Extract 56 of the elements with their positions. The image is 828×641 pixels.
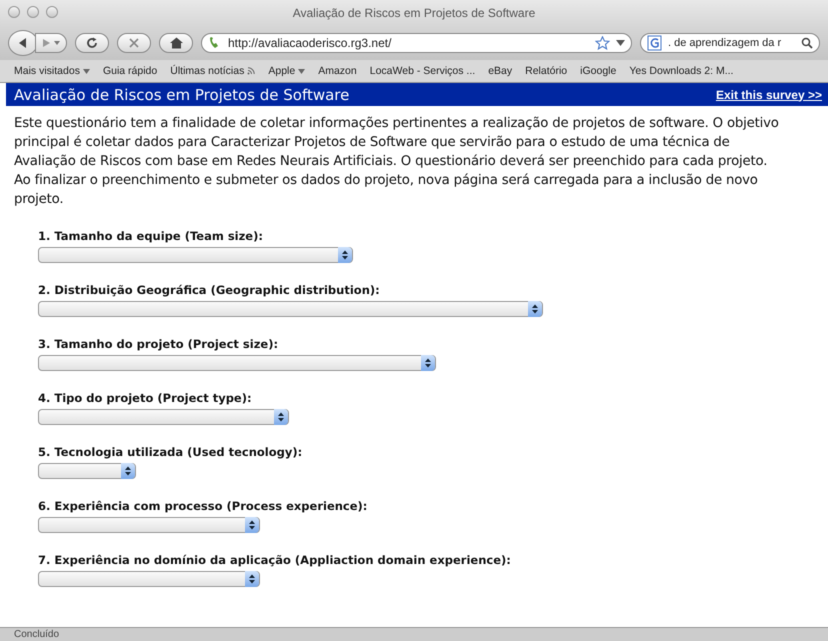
zoom-window-button[interactable] bbox=[46, 6, 58, 18]
home-button[interactable] bbox=[159, 33, 193, 53]
star-icon[interactable] bbox=[595, 36, 610, 50]
minimize-window-button[interactable] bbox=[27, 6, 39, 18]
bookmark-item[interactable]: Apple bbox=[268, 65, 306, 77]
stop-button[interactable] bbox=[117, 33, 151, 53]
feed-icon bbox=[247, 67, 256, 75]
bookmark-item[interactable]: eBay bbox=[488, 65, 512, 77]
dropdown-select[interactable] bbox=[38, 517, 260, 533]
question-label: 2. Distribuição Geográfica (Geographic distribution): bbox=[38, 283, 381, 297]
up-down-arrows-icon bbox=[425, 358, 431, 368]
bookmark-item[interactable]: Amazon bbox=[318, 65, 357, 77]
dropdown-select[interactable] bbox=[38, 571, 260, 587]
home-icon bbox=[170, 37, 182, 49]
search-field[interactable]: . de aprendizagem da r bbox=[640, 33, 820, 53]
bookmark-item[interactable]: Mais visitados bbox=[14, 65, 90, 77]
dropdown-arrow-icon bbox=[298, 68, 306, 74]
close-window-button[interactable] bbox=[8, 6, 20, 18]
question-label: 4. Tipo do projeto (Project type): bbox=[38, 391, 253, 405]
stop-icon bbox=[129, 38, 139, 48]
dropdown-select[interactable] bbox=[38, 301, 543, 317]
bookmark-item[interactable]: Relatório bbox=[525, 65, 568, 77]
question-label: 5. Tecnologia utilizada (Used tecnology): bbox=[38, 445, 304, 459]
up-down-arrows-icon bbox=[278, 412, 284, 422]
bookmark-item[interactable]: iGoogle bbox=[580, 65, 616, 77]
reload-button[interactable] bbox=[75, 33, 109, 53]
question-label: 1. Tamanho da equipe (Team size): bbox=[38, 229, 264, 243]
up-down-arrows-icon bbox=[249, 520, 255, 530]
dropdown-select[interactable] bbox=[38, 409, 289, 425]
up-down-arrows-icon bbox=[249, 574, 255, 584]
dropdown-select[interactable] bbox=[38, 355, 436, 371]
bookmark-item[interactable]: Yes Downloads 2: M... bbox=[629, 65, 734, 77]
status-text: Concluído bbox=[14, 629, 60, 640]
reload-icon bbox=[86, 37, 98, 49]
question-label: 3. Tamanho do projeto (Project size): bbox=[38, 337, 280, 351]
back-button[interactable] bbox=[8, 30, 38, 56]
question-label: 7. Experiência no domínio da aplicação (Appliaction domain experience): bbox=[38, 553, 512, 567]
survey-title: Avaliação de Riscos em Projetos de Software bbox=[14, 86, 350, 104]
intro-paragraph: Este questionário tem a finalidade de coletar informações pertinentes a realização de projetos de software. O objetivo principal é coletar dados para Caracterizar Projetos de Software que servirão para o estudo de uma técnica de Avaliação de Riscos com base em Redes Neurais Artificiais. O questionário deverá ser preenchido para cada projeto. Ao finalizar o preenchimento e submeter os dados do projeto, nova página será carregada para a inclusão de novo projeto. bbox=[14, 115, 780, 209]
bookmark-item[interactable]: Guia rápido bbox=[102, 65, 158, 77]
question-label: 6. Experiência com processo (Process experience): bbox=[38, 499, 368, 513]
dropdown-arrow-icon[interactable] bbox=[616, 40, 625, 46]
address-bar[interactable]: http://avaliacaoderisco.rg3.net/ bbox=[201, 33, 632, 53]
back-arrow-icon bbox=[17, 37, 29, 49]
dropdown-arrow-icon bbox=[82, 68, 90, 74]
search-icon[interactable] bbox=[801, 37, 813, 49]
dropdown-select[interactable] bbox=[38, 463, 136, 479]
exit-survey-link[interactable]: Exit this survey >> bbox=[716, 88, 822, 102]
window-title: Avaliação de Riscos em Projetos de Software bbox=[292, 6, 536, 20]
up-down-arrows-icon bbox=[532, 304, 538, 314]
up-down-arrows-icon bbox=[342, 250, 348, 260]
dropdown-select[interactable] bbox=[38, 247, 353, 263]
up-down-arrows-icon bbox=[125, 466, 131, 476]
bookmark-item[interactable]: LocaWeb - Serviços ... bbox=[370, 65, 476, 77]
forward-arrow-icon bbox=[41, 38, 61, 48]
bookmark-item[interactable]: Últimas notícias bbox=[170, 65, 256, 77]
